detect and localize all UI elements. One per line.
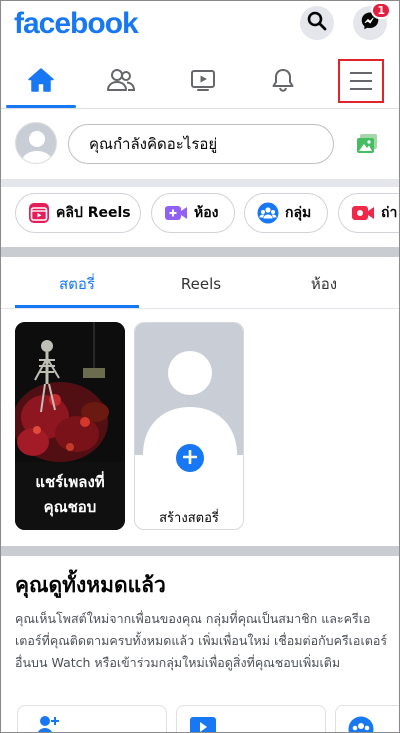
chip-rooms[interactable]: ห้อง — [151, 193, 235, 233]
groups-card-icon — [348, 716, 374, 732]
friends-icon — [106, 67, 136, 97]
facebook-mobile-screen: facebook 1 คุณกำลังคิดอะไรอยู่ คลิป Reel… — [0, 0, 400, 733]
caught-up-section: คุณดูทั้งหมดแล้ว คุณเห็นโพสต์ใหม่จากเพื่… — [15, 569, 395, 674]
add-story-button[interactable] — [173, 441, 207, 475]
watch-card[interactable] — [176, 705, 326, 732]
main-nav — [1, 55, 399, 109]
story-card-music-reel[interactable]: แชร์เพลงที่ คุณชอบ — [15, 322, 125, 530]
chip-live-label: ถ่า — [381, 205, 398, 221]
caught-up-body: คุณเห็นโพสต์ใหม่จากเพื่อนของคุณ กลุ่มที่… — [15, 611, 388, 670]
messenger-badge: 1 — [371, 2, 391, 19]
story-tab-indicator — [15, 305, 139, 308]
add-friends-card[interactable] — [17, 705, 167, 732]
create-story-card[interactable]: สร้างสตอรี่ — [134, 322, 244, 530]
home-icon — [27, 67, 55, 97]
search-button[interactable] — [300, 6, 334, 40]
story-tabs: สตอรี่ Reels ห้อง — [1, 259, 399, 309]
messenger-button[interactable]: 1 — [353, 2, 391, 40]
hamburger-menu-icon — [349, 71, 373, 95]
search-icon — [307, 11, 327, 35]
facebook-logo[interactable]: facebook — [14, 7, 139, 41]
live-video-icon — [351, 203, 375, 223]
plus-icon — [182, 449, 198, 468]
tab-watch[interactable] — [167, 55, 239, 108]
story-caption-line-1: แชร์เพลงที่ — [35, 473, 105, 491]
profile-avatar[interactable] — [15, 122, 57, 164]
reels-icon — [28, 202, 50, 224]
quick-action-chips: คลิป Reels ห้อง กลุ่ม ถ่า — [1, 189, 399, 239]
chip-live[interactable]: ถ่า — [338, 193, 399, 233]
whats-on-your-mind-input[interactable]: คุณกำลังคิดอะไรอยู่ — [68, 124, 334, 164]
tab-reels[interactable]: Reels — [140, 259, 262, 308]
rooms-video-icon — [164, 203, 188, 223]
tab-stories[interactable]: สตอรี่ — [16, 259, 138, 308]
section-divider — [1, 247, 399, 257]
post-composer: คุณกำลังคิดอะไรอยู่ — [1, 109, 399, 179]
create-story-avatar-placeholder — [135, 323, 243, 455]
caught-up-title: คุณดูทั้งหมดแล้ว — [15, 573, 166, 597]
chip-reels[interactable]: คลิป Reels — [15, 193, 141, 233]
suggestion-cards — [1, 701, 399, 732]
tab-notifications[interactable] — [247, 55, 319, 108]
chip-reels-label: คลิป Reels — [56, 205, 131, 221]
tab-rooms[interactable]: ห้อง — [263, 259, 385, 308]
tab-home[interactable] — [5, 55, 77, 108]
section-divider — [1, 546, 399, 556]
groups-icon — [257, 202, 279, 224]
photo-upload-icon[interactable] — [355, 133, 379, 159]
watch-video-icon — [189, 67, 217, 97]
tab-friends[interactable] — [85, 55, 157, 108]
groups-card[interactable] — [335, 705, 399, 732]
add-friend-icon — [36, 714, 60, 732]
section-divider — [1, 179, 399, 187]
story-caption-line-2: คุณชอบ — [43, 498, 97, 516]
watch-play-icon — [189, 716, 217, 732]
chip-groups[interactable]: กลุ่ม — [244, 193, 328, 233]
chip-groups-label: กลุ่ม — [285, 205, 312, 221]
tab-menu[interactable] — [338, 59, 384, 103]
chip-rooms-label: ห้อง — [194, 205, 219, 221]
create-story-label: สร้างสตอรี่ — [159, 511, 219, 526]
story-caption: แชร์เพลงที่ คุณชอบ — [15, 470, 125, 520]
nav-active-indicator — [6, 105, 76, 108]
bell-icon — [270, 67, 296, 97]
top-header: facebook 1 — [1, 1, 399, 51]
